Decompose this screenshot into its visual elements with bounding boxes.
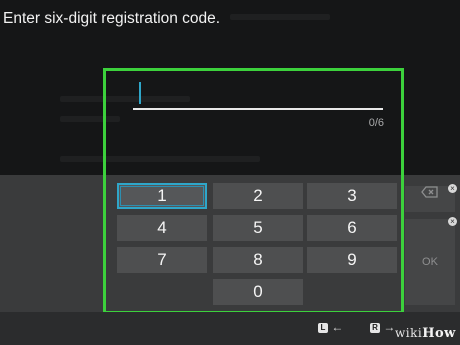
char-counter: 0/6	[368, 117, 384, 129]
r-button-icon: R	[370, 322, 380, 333]
ok-button[interactable]: OK	[405, 219, 455, 305]
right-arrow-icon: →	[383, 320, 396, 334]
key-6[interactable]: 6	[307, 215, 397, 241]
faint-line	[60, 96, 190, 102]
key-8[interactable]: 8	[213, 247, 303, 273]
text-cursor	[139, 82, 141, 104]
hint-left[interactable]: L ←	[318, 320, 343, 334]
key-3[interactable]: 3	[307, 183, 397, 209]
key-1[interactable]: 1	[117, 183, 207, 209]
dialog-background: Enter six-digit registration code.	[0, 0, 460, 175]
key-5[interactable]: 5	[213, 215, 303, 241]
faint-line	[60, 116, 120, 122]
l-button-icon: L	[318, 322, 328, 333]
faint-line	[230, 14, 330, 20]
backspace-icon	[421, 186, 439, 201]
key-4[interactable]: 4	[117, 215, 207, 241]
key-0[interactable]: 0	[213, 279, 303, 305]
close-icon[interactable]: ×	[448, 217, 457, 226]
hint-right[interactable]: R →	[370, 320, 395, 334]
prompt-text: Enter six-digit registration code.	[3, 10, 221, 27]
left-arrow-icon: ←	[331, 320, 344, 334]
faint-line	[60, 156, 260, 162]
key-2[interactable]: 2	[213, 183, 303, 209]
key-7[interactable]: 7	[117, 247, 207, 273]
code-input-underline[interactable]	[133, 108, 383, 110]
ok-label: OK	[422, 256, 438, 268]
key-9[interactable]: 9	[307, 247, 397, 273]
close-icon[interactable]: ×	[448, 184, 457, 193]
wikihow-watermark: wikiHow	[395, 326, 456, 341]
